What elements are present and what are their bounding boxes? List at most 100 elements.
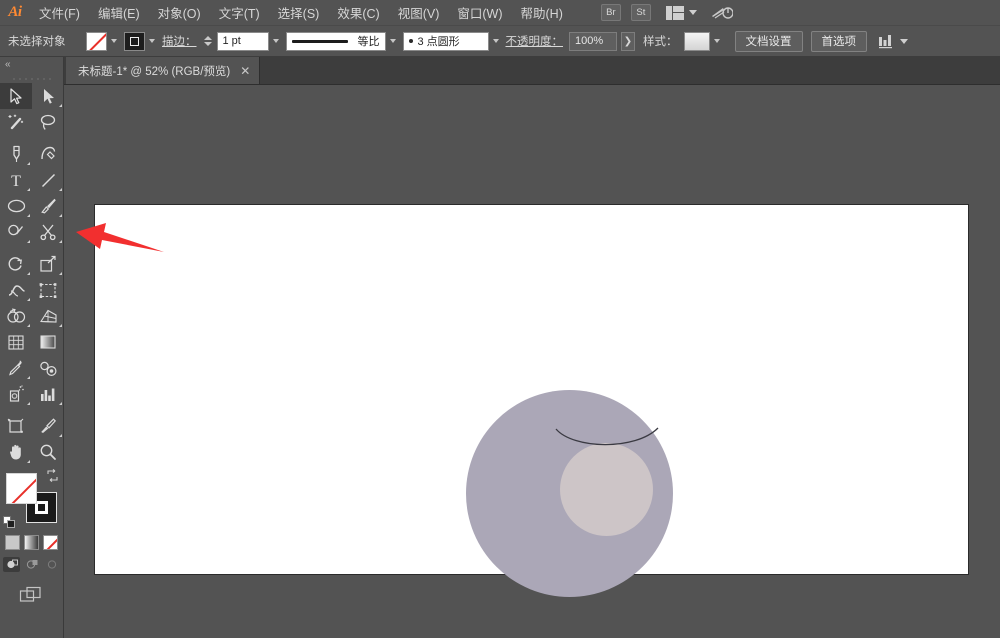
none-mode-button[interactable] — [43, 535, 58, 550]
menu-help[interactable]: 帮助(H) — [512, 0, 572, 26]
column-graph-tool[interactable] — [32, 381, 64, 407]
preferences-button[interactable]: 首选项 — [811, 31, 868, 52]
draw-normal-button[interactable] — [3, 557, 20, 572]
paintbrush-tool[interactable] — [32, 193, 64, 219]
chevron-down-icon[interactable] — [689, 10, 697, 15]
selection-status-label: 未选择对象 — [8, 33, 80, 49]
stroke-dropdown-chevron-icon[interactable] — [149, 39, 155, 43]
document-tab-bar: 未标题-1* @ 52% (RGB/预览) ✕ — [0, 57, 1000, 85]
draw-inside-button[interactable] — [43, 557, 60, 572]
brush-dot-icon — [409, 39, 413, 43]
line-segment-tool[interactable] — [32, 167, 64, 193]
screen-mode-button[interactable] — [0, 586, 63, 605]
artboard-tool[interactable] — [0, 413, 32, 439]
fill-dropdown-chevron-icon[interactable] — [111, 39, 117, 43]
mesh-tool[interactable] — [0, 329, 32, 355]
close-icon[interactable]: ✕ — [240, 65, 250, 77]
menu-view[interactable]: 视图(V) — [389, 0, 449, 26]
zoom-tool[interactable] — [32, 439, 64, 465]
fill-mode-buttons — [0, 535, 63, 550]
collapse-panel-icon[interactable]: « — [0, 57, 63, 71]
tool-group-corner-icon — [27, 272, 30, 275]
tool-group-corner-icon — [59, 104, 62, 107]
artboard[interactable] — [95, 205, 968, 574]
pen-tool[interactable] — [0, 141, 32, 167]
arrange-documents-icon[interactable] — [666, 6, 684, 20]
tool-group-corner-icon — [59, 188, 62, 191]
bridge-button[interactable]: Br — [601, 4, 621, 21]
slice-tool[interactable] — [32, 413, 64, 439]
direct-selection-tool[interactable] — [32, 83, 64, 109]
stroke-weight-stepper[interactable] — [203, 33, 214, 50]
hand-tool[interactable] — [0, 439, 32, 465]
tool-group-corner-icon — [27, 162, 30, 165]
default-fill-stroke-icon[interactable] — [3, 516, 16, 529]
opacity-label: 不透明度： — [506, 33, 564, 49]
tool-group-corner-icon — [59, 214, 62, 217]
illustrator-window: Ai 文件(F) 编辑(E) 对象(O) 文字(T) 选择(S) 效果(C) 视… — [0, 0, 1000, 638]
svg-text:T: T — [11, 173, 21, 189]
gradient-mode-button[interactable] — [24, 535, 39, 550]
brush-definition-label: 3 点圆形 — [418, 33, 460, 49]
graphic-style-chevron-icon[interactable] — [714, 39, 720, 43]
opacity-input[interactable]: 100% — [569, 32, 617, 51]
canvas-area[interactable] — [64, 85, 1000, 638]
lasso-tool[interactable] — [32, 109, 64, 135]
tool-group-corner-icon — [27, 376, 30, 379]
draw-behind-button[interactable] — [23, 557, 40, 572]
fill-color-swatch[interactable] — [86, 32, 107, 51]
stroke-profile-chevron-icon[interactable] — [390, 39, 396, 43]
opacity-options-button[interactable]: ❯ — [621, 32, 635, 51]
menu-edit[interactable]: 编辑(E) — [89, 0, 149, 26]
workspace-switcher-icon[interactable] — [711, 5, 733, 21]
stroke-profile-select[interactable]: 等比 — [286, 32, 386, 51]
menu-type[interactable]: 文字(T) — [210, 0, 269, 26]
width-tool[interactable] — [0, 277, 32, 303]
stroke-weight-input[interactable]: 1 pt — [217, 32, 269, 51]
menu-object[interactable]: 对象(O) — [149, 0, 210, 26]
document-setup-button[interactable]: 文档设置 — [735, 31, 803, 52]
tool-group-corner-icon — [59, 434, 62, 437]
scissors-tool[interactable] — [32, 219, 64, 245]
gradient-tool[interactable] — [32, 329, 64, 355]
swap-fill-stroke-icon[interactable] — [46, 469, 59, 482]
shaper-tool[interactable] — [0, 219, 32, 245]
tool-group-corner-icon — [59, 240, 62, 243]
brush-definition-chevron-icon[interactable] — [493, 39, 499, 43]
tool-group-corner-icon — [27, 402, 30, 405]
stroke-profile-label: 等比 — [358, 33, 380, 49]
menu-window[interactable]: 窗口(W) — [448, 0, 511, 26]
tool-group-corner-icon — [27, 460, 30, 463]
symbol-sprayer-tool[interactable] — [0, 381, 32, 407]
tool-group-corner-icon — [27, 240, 30, 243]
shape-builder-tool[interactable] — [0, 303, 32, 329]
rotate-tool[interactable] — [0, 251, 32, 277]
brush-definition-select[interactable]: 3 点圆形 — [403, 32, 489, 51]
magic-wand-tool[interactable] — [0, 109, 32, 135]
menu-effect[interactable]: 效果(C) — [328, 0, 388, 26]
align-chevron-down-icon[interactable] — [900, 39, 908, 44]
selection-tool[interactable] — [0, 83, 32, 109]
illustrator-logo-icon: Ai — [0, 0, 30, 26]
menu-select[interactable]: 选择(S) — [269, 0, 329, 26]
blend-tool[interactable] — [32, 355, 64, 381]
type-tool[interactable]: T — [0, 167, 32, 193]
stock-button[interactable]: St — [631, 4, 651, 21]
perspective-grid-tool[interactable] — [32, 303, 64, 329]
align-icon[interactable] — [879, 34, 895, 49]
stroke-weight-chevron-icon[interactable] — [273, 39, 279, 43]
graphic-style-label: 样式： — [643, 33, 678, 49]
ellipse-tool[interactable] — [0, 193, 32, 219]
stroke-color-swatch[interactable] — [124, 32, 145, 51]
free-transform-tool[interactable] — [32, 277, 64, 303]
fill-proxy-none[interactable] — [6, 473, 37, 504]
curvature-tool[interactable] — [32, 141, 64, 167]
tools-panel-grip[interactable] — [8, 71, 55, 80]
color-mode-button[interactable] — [5, 535, 20, 550]
scale-tool[interactable] — [32, 251, 64, 277]
inner-circle-shape[interactable] — [560, 443, 653, 536]
document-tab[interactable]: 未标题-1* @ 52% (RGB/预览) ✕ — [66, 57, 260, 84]
menu-file[interactable]: 文件(F) — [30, 0, 89, 26]
eyedropper-tool[interactable] — [0, 355, 32, 381]
graphic-style-swatch[interactable] — [684, 32, 710, 51]
